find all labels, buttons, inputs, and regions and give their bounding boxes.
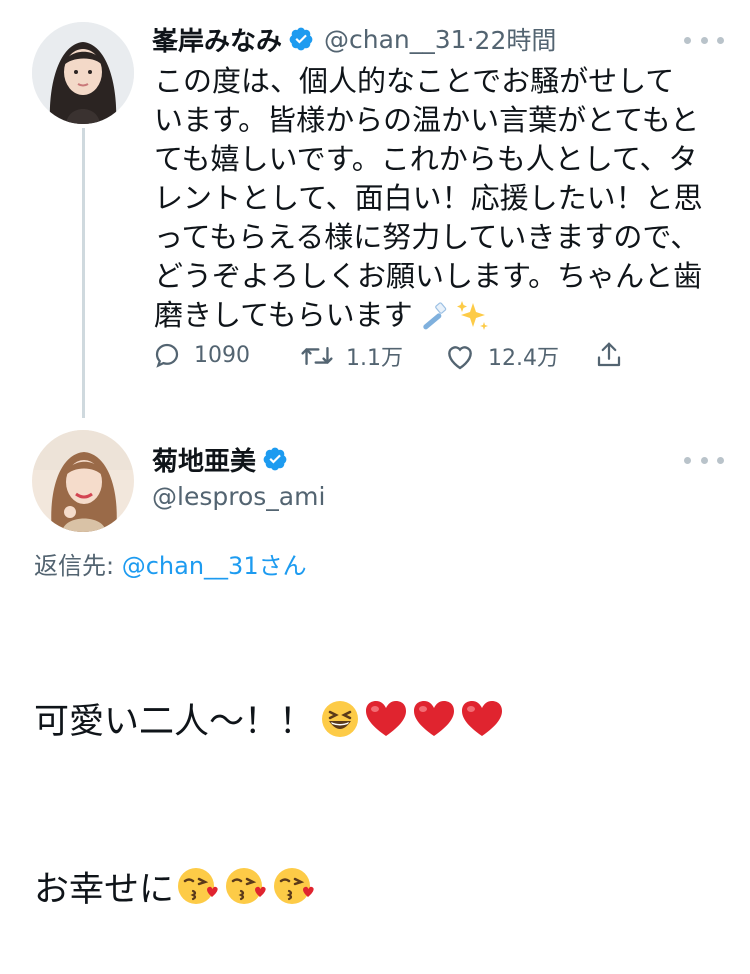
reply-text-line-2: お幸せに (34, 870, 175, 910)
avatar-kikuchi[interactable] (32, 430, 134, 532)
reply-author-name[interactable]: 菊地亜美 (152, 441, 256, 478)
replying-to-label: 返信先: (34, 552, 122, 580)
replying-to-handle-link[interactable]: @chan__31さん (122, 552, 307, 580)
tweet-text: この度は、個人的なことでお騒がせして います。皆様からの温かい言葉がとてもと て… (154, 64, 703, 332)
reply-icon (155, 343, 179, 368)
retweet-count: 1.1万 (346, 346, 403, 371)
share-action[interactable] (594, 340, 636, 370)
heart-icon (448, 346, 472, 370)
replying-to-line: 返信先: @chan__31さん (34, 546, 307, 581)
reply-author-handle[interactable]: @lespros_ami (152, 482, 325, 511)
face-blowing-kiss-emoji-icon (224, 865, 268, 922)
red-heart-emoji-icon (460, 699, 504, 754)
tweet-header: 峯岸みなみ @chan__31 · 22時間 (152, 20, 556, 58)
red-heart-emoji-icon (412, 699, 456, 754)
thread-connector-line (82, 128, 85, 418)
verified-badge-icon (262, 446, 288, 472)
reply-more-options-icon[interactable] (684, 450, 724, 470)
tweet-body: この度は、個人的なことでお騒がせして います。皆様からの温かい言葉がとてもと て… (154, 62, 744, 341)
more-options-icon[interactable] (684, 30, 724, 50)
author-name[interactable]: 峯岸みなみ (152, 21, 282, 58)
reply-line-1: 可愛い二人〜！！ (34, 696, 734, 754)
retweet-icon (301, 346, 333, 366)
share-icon (597, 342, 621, 367)
reply-count: 1090 (194, 342, 250, 368)
like-count: 12.4万 (488, 346, 559, 371)
toothbrush-emoji-icon (419, 301, 451, 341)
reply-action[interactable]: 1090 (152, 340, 250, 370)
grinning-squinting-face-emoji-icon (320, 699, 360, 754)
like-action[interactable]: 12.4万 (444, 340, 559, 372)
face-blowing-kiss-emoji-icon (272, 865, 316, 922)
author-handle[interactable]: @chan__31 (324, 25, 467, 54)
reply-header: 菊地亜美 (152, 440, 288, 478)
reply-body: 可愛い二人〜！！ お幸せに (34, 592, 734, 974)
avatar-minegishi[interactable] (32, 22, 134, 124)
verified-badge-icon (288, 26, 314, 52)
red-heart-emoji-icon (364, 699, 408, 754)
sparkles-emoji-icon (455, 299, 489, 341)
retweet-action[interactable]: 1.1万 (300, 340, 403, 372)
meta-separator: · (466, 24, 475, 54)
reply-line-2: お幸せに (34, 864, 734, 922)
tweet-actions: 1090 1.1万 12.4万 (152, 340, 632, 380)
face-blowing-kiss-emoji-icon (176, 865, 220, 922)
tweet-timestamp[interactable]: 22時間 (475, 21, 557, 57)
reply-text-line-1: 可愛い二人〜！！ (34, 702, 315, 742)
